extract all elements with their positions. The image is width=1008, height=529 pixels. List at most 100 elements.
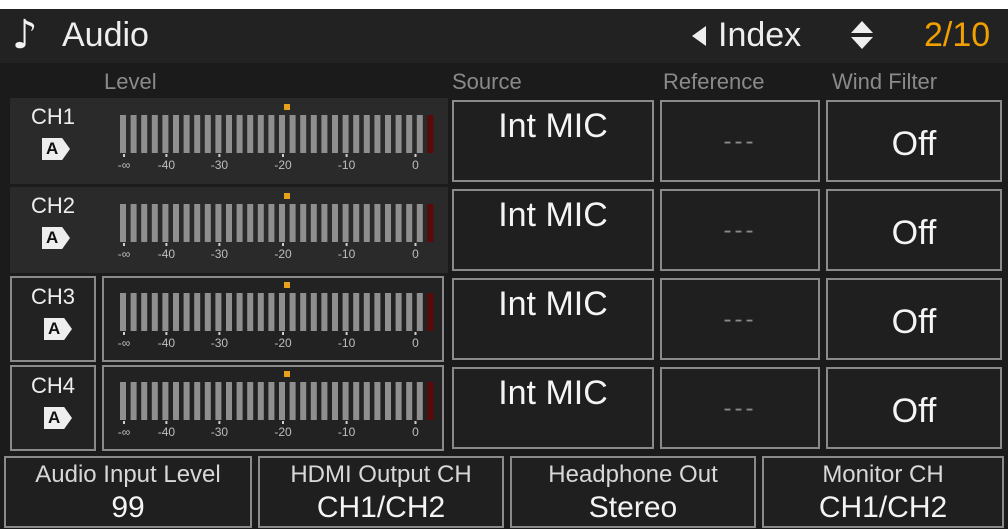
meter-segment [120, 204, 126, 242]
meter-segment [236, 115, 243, 153]
reference-value: --- [723, 395, 757, 422]
meter-scale-label: -30 [211, 158, 229, 172]
meter-segment [310, 204, 317, 242]
wind-filter-button[interactable]: Off [826, 189, 1002, 271]
meter-segment [300, 204, 307, 242]
meter-scale-label: -20 [274, 158, 292, 172]
channel-label: CH1 [30, 104, 75, 129]
meter-segment [321, 204, 328, 242]
meter-segment [226, 382, 232, 420]
channel-label-box[interactable]: CH2 A [10, 187, 96, 273]
meter-segment [406, 293, 413, 331]
source-button[interactable]: Int MIC [452, 278, 654, 360]
meter-segment [279, 293, 285, 331]
level-meter[interactable]: -∞ -40 -30 -20 -10 0 [102, 276, 444, 362]
audio-input-level-button[interactable]: Audio Input Level 99 [4, 456, 252, 528]
meter-segment [215, 293, 222, 331]
meter-peak-marker [284, 193, 290, 199]
meter-segment [173, 382, 179, 420]
meter-segment [321, 293, 328, 331]
meter-scale-label: -10 [338, 158, 356, 172]
meter-scale-tick [165, 332, 168, 335]
meter-segment [279, 382, 285, 420]
meter-scale-tick [345, 154, 348, 157]
meter-segment [120, 115, 126, 153]
button-value: Stereo [588, 491, 678, 524]
meter-segment [385, 382, 391, 420]
reference-button[interactable]: --- [660, 100, 820, 182]
meter-segment [406, 382, 413, 420]
meter-scale-label: 0 [412, 158, 419, 172]
wind-filter-value: Off [891, 214, 937, 252]
meter-segment [353, 204, 360, 242]
meter-segment [374, 382, 381, 420]
page-updown-icon[interactable] [851, 21, 873, 51]
meter-segment [120, 382, 126, 420]
button-label: Audio Input Level [35, 461, 221, 488]
meter-segment [204, 204, 211, 242]
meter-segment [226, 115, 232, 153]
hdmi-output-ch-button[interactable]: HDMI Output CH CH1/CH2 [258, 456, 504, 528]
meter-scale-tick [218, 243, 221, 246]
button-value: CH1/CH2 [818, 491, 948, 524]
meter-segment [141, 382, 148, 420]
meter-segment [300, 115, 307, 153]
meter-segment [257, 204, 264, 242]
meter-scale-label: -20 [274, 247, 292, 261]
meter-scale-tick [218, 421, 221, 424]
meter-scale-label: -10 [338, 425, 356, 439]
meter-segment [215, 382, 222, 420]
wind-filter-value: Off [891, 392, 937, 430]
reference-value: --- [723, 128, 757, 155]
meter-segment [395, 204, 402, 242]
channel-label-box[interactable]: CH3 A [10, 276, 96, 362]
button-label: Headphone Out [548, 461, 718, 488]
meter-segment [342, 204, 349, 242]
wind-filter-button[interactable]: Off [826, 278, 1002, 360]
meter-scale-tick [345, 332, 348, 335]
source-value: Int MIC [498, 285, 608, 323]
reference-button[interactable]: --- [660, 189, 820, 271]
level-meter[interactable]: -∞ -40 -30 -20 -10 0 [102, 187, 444, 273]
meter-scale-label: -30 [211, 425, 229, 439]
meter-scale-tick [165, 154, 168, 157]
wind-filter-button[interactable]: Off [826, 100, 1002, 182]
level-meter[interactable]: -∞ -40 -30 -20 -10 0 [102, 98, 444, 184]
channel-label-box[interactable]: CH1 A [10, 98, 96, 184]
channel-label: CH3 [30, 284, 75, 309]
meter-scale-label: 0 [412, 247, 419, 261]
button-value: 99 [111, 491, 145, 524]
meter-segment [374, 204, 381, 242]
meter-segment [162, 382, 169, 420]
meter-segment [289, 204, 296, 242]
meter-scale-tick [345, 243, 348, 246]
meter-segment [247, 382, 254, 420]
meter-segment [279, 115, 285, 153]
level-meter[interactable]: -∞ -40 -30 -20 -10 0 [102, 365, 444, 451]
meter-segment [385, 204, 391, 242]
channel-label-box[interactable]: CH4 A [10, 365, 96, 451]
reference-button[interactable]: --- [660, 278, 820, 360]
source-button[interactable]: Int MIC [452, 189, 654, 271]
button-label: HDMI Output CH [290, 461, 472, 488]
meter-segment [363, 115, 370, 153]
meter-segment [120, 293, 126, 331]
index-button[interactable]: Index [718, 15, 801, 55]
meter-segment [130, 115, 137, 153]
source-button[interactable]: Int MIC [452, 100, 654, 182]
meter-scale-tick [414, 332, 417, 335]
wind-filter-button[interactable]: Off [826, 367, 1002, 449]
headphone-out-button[interactable]: Headphone Out Stereo [510, 456, 756, 528]
channel-row: CH4 A -∞ -40 -30 -20 -10 0 Int MIC --- Off [0, 365, 1008, 451]
back-arrow-icon[interactable] [692, 26, 706, 46]
meter-segment [416, 204, 423, 242]
meter-scale-label: -40 [158, 336, 176, 350]
meter-segment [332, 382, 338, 420]
reference-value: --- [723, 306, 757, 333]
reference-button[interactable]: --- [660, 367, 820, 449]
meter-scale-tick [282, 154, 284, 157]
monitor-ch-button[interactable]: Monitor CH CH1/CH2 [762, 456, 1004, 528]
meter-segment [406, 115, 413, 153]
wind-filter-value: Off [891, 125, 937, 163]
source-button[interactable]: Int MIC [452, 367, 654, 449]
